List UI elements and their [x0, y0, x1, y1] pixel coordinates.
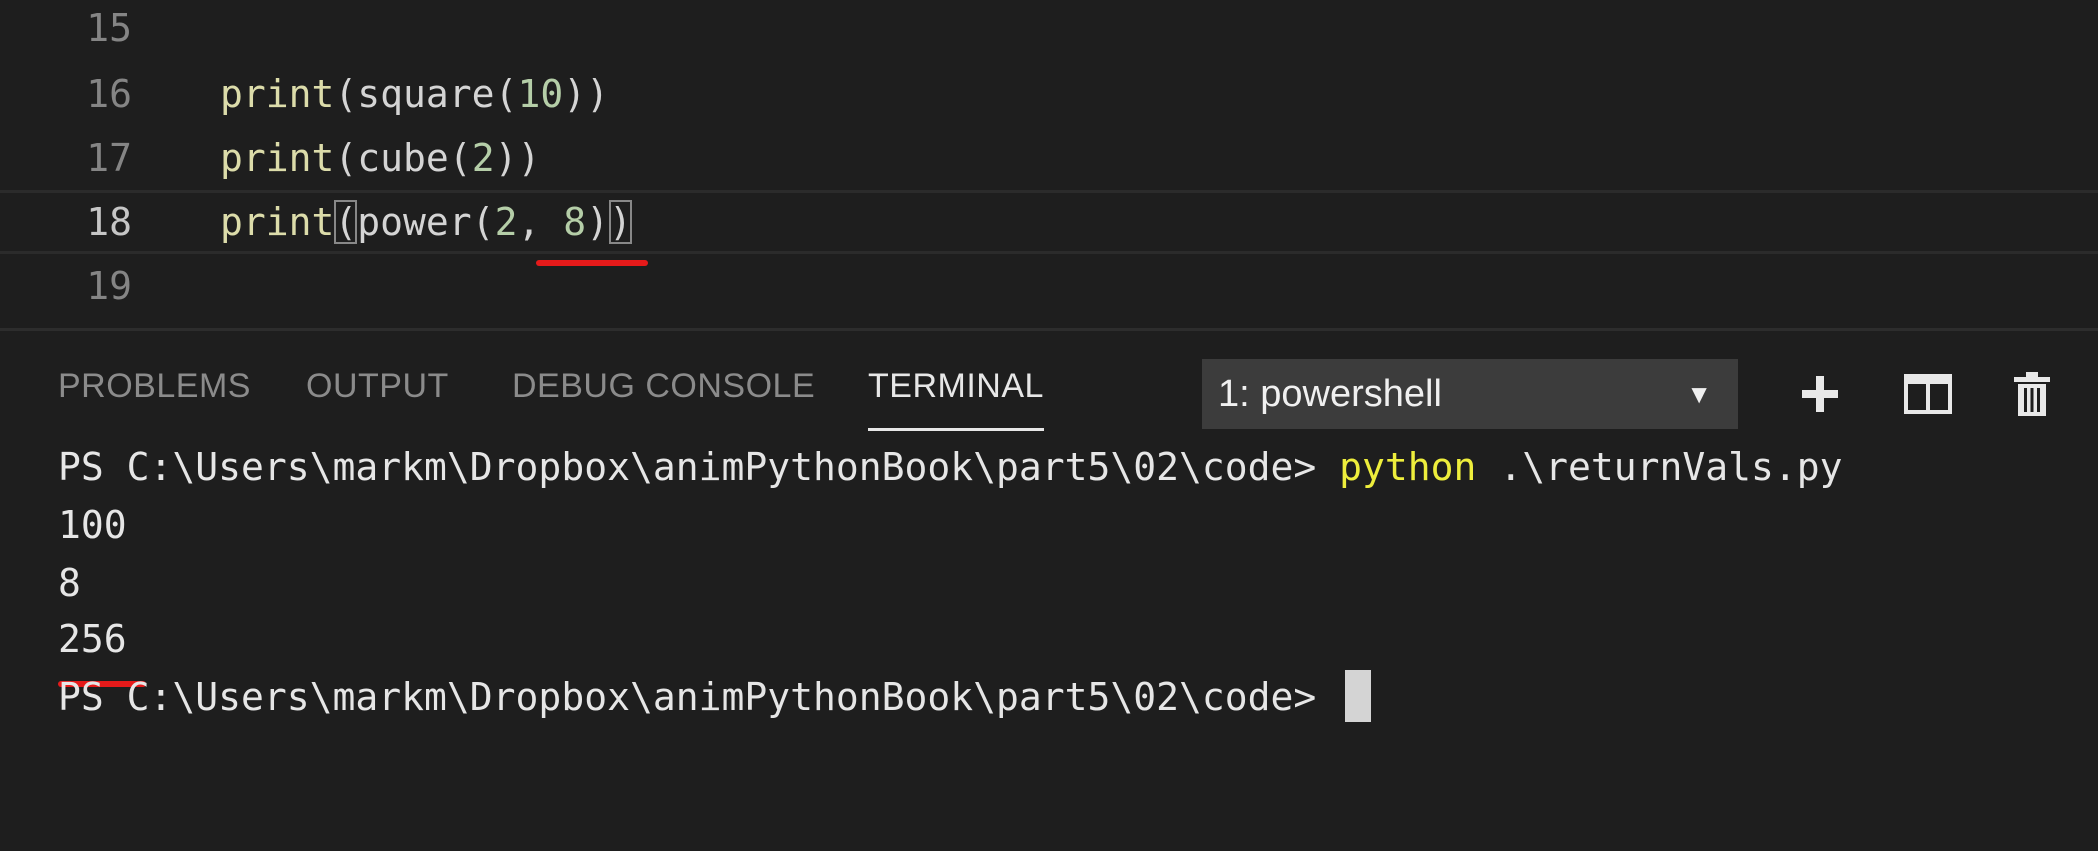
code-line-18-current[interactable]: 18 print(power(2, 8)): [0, 190, 2098, 254]
trash-icon: [2014, 372, 2050, 416]
function-name: print: [220, 136, 335, 180]
terminal-command-line: PS C:\Users\markm\Dropbox\animPythonBook…: [58, 439, 1843, 495]
split-terminal-icon: [1904, 374, 1952, 414]
panel-tabs: PROBLEMS OUTPUT DEBUG CONSOLE TERMINAL: [0, 331, 1180, 441]
function-name: square: [357, 72, 495, 116]
number-literal: 2: [471, 136, 495, 180]
matched-bracket: (: [334, 200, 358, 244]
number-literal: 10: [517, 72, 564, 116]
terminal-shell-select[interactable]: 1: powershell ▼: [1202, 359, 1738, 429]
command-argument: .\returnVals.py: [1476, 445, 1843, 489]
bottom-panel: PROBLEMS OUTPUT DEBUG CONSOLE TERMINAL 1…: [0, 328, 2098, 851]
code-text[interactable]: print(square(10)): [220, 62, 609, 126]
function-name: print: [220, 72, 335, 116]
code-line-19[interactable]: 19: [0, 254, 2098, 318]
terminal-output[interactable]: PS C:\Users\markm\Dropbox\animPythonBook…: [0, 441, 2098, 851]
number-literal: 2: [494, 200, 518, 244]
function-name: print: [220, 200, 335, 244]
new-terminal-button[interactable]: [1788, 359, 1852, 429]
shell-select-value: 1: powershell: [1218, 373, 1442, 415]
terminal-prompt: PS C:\Users\markm\Dropbox\animPythonBook…: [58, 445, 1340, 489]
plus-icon: [1802, 376, 1838, 412]
code-text[interactable]: print(power(2, 8)): [220, 193, 632, 251]
chevron-down-icon: ▼: [1686, 379, 1712, 409]
tab-problems[interactable]: PROBLEMS: [58, 331, 251, 441]
line-number: 15: [86, 6, 132, 50]
matched-bracket: ): [609, 200, 632, 244]
terminal-output-line: 256: [58, 617, 127, 661]
tab-terminal[interactable]: TERMINAL: [868, 331, 1044, 441]
terminal-prompt-line[interactable]: PS C:\Users\markm\Dropbox\animPythonBook…: [58, 669, 1372, 725]
code-line-17[interactable]: 17 print(cube(2)): [0, 126, 2098, 190]
number-literal: 8: [563, 200, 587, 244]
tab-debug-console[interactable]: DEBUG CONSOLE: [512, 331, 815, 441]
terminal-output-line: 8: [58, 561, 81, 605]
function-name: power: [357, 200, 472, 244]
tab-output[interactable]: OUTPUT: [306, 331, 449, 441]
code-line-15[interactable]: 15: [0, 0, 2098, 60]
line-number: 19: [86, 264, 132, 308]
terminal-prompt: PS C:\Users\markm\Dropbox\animPythonBook…: [58, 675, 1340, 719]
code-line-16[interactable]: 16 print(square(10)): [0, 62, 2098, 126]
code-editor[interactable]: 15 16 print(square(10)) 17 print(cube(2)…: [0, 0, 2098, 328]
line-number: 18: [86, 200, 132, 244]
function-name: cube: [357, 136, 449, 180]
split-terminal-button[interactable]: [1896, 359, 1960, 429]
terminal-output-line: 100: [58, 503, 127, 547]
line-number: 16: [86, 72, 132, 116]
terminal-cursor: [1345, 670, 1372, 722]
command-name: python: [1339, 445, 1477, 489]
line-number: 17: [86, 136, 132, 180]
code-text[interactable]: print(cube(2)): [220, 126, 540, 190]
kill-terminal-button[interactable]: [2000, 359, 2064, 429]
